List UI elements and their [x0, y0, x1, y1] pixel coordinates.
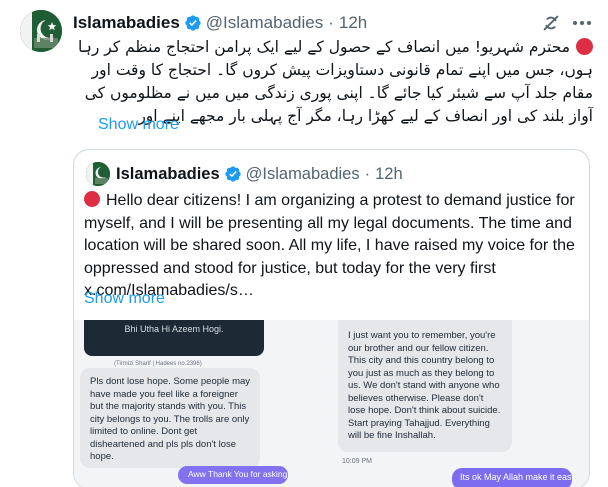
chat-bubble-left: Pls dont lose hope. Some people may have… — [80, 368, 260, 468]
chat-reply-bubble-left: Aww Thank You for asking — [178, 466, 288, 484]
dark-card-text: Bhi Utha Hi Azeem Hogi. — [124, 324, 224, 334]
show-more-link[interactable]: Show more — [98, 116, 179, 134]
quoted-media[interactable]: Bhi Utha Hi Azeem Hogi. (Tirmizi Sharif … — [74, 320, 589, 487]
tweet-header: Islamabadies @Islamabadies · 12h — [73, 11, 367, 35]
author-name[interactable]: Islamabadies — [73, 13, 180, 33]
quoted-avatar[interactable] — [86, 162, 110, 186]
separator-dot: · — [328, 13, 334, 32]
quoted-text-content: Hello dear citizens! I am organizing a p… — [84, 192, 575, 299]
chat-bubble-right: I just want you to remember, you're our … — [338, 320, 512, 452]
red-circle-emoji-icon — [84, 191, 100, 207]
avatar[interactable] — [20, 10, 62, 52]
more-options-icon[interactable] — [570, 12, 594, 34]
dark-quote-card: Bhi Utha Hi Azeem Hogi. — [84, 320, 264, 356]
quoted-header: Islamabadies @Islamabadies · 12h — [116, 162, 403, 186]
tweet-timestamp[interactable]: 12h — [339, 13, 367, 33]
image-caption: (Tirmizi Sharif | Hadees no.2396) — [114, 361, 202, 367]
tweet-text: محترم شہریو! میں انصاف کے حصول کے لیے ای… — [76, 36, 593, 128]
verified-badge-icon — [224, 165, 242, 183]
separator-dot: · — [364, 164, 371, 183]
quoted-author-handle[interactable]: @Islamabadies — [246, 165, 360, 184]
chat-timestamp: 10:09 PM — [342, 458, 372, 465]
quoted-timestamp[interactable]: 12h — [375, 165, 403, 184]
red-circle-emoji-icon — [576, 38, 593, 55]
quoted-show-more-link[interactable]: Show more — [84, 290, 165, 308]
media-image-left[interactable]: Bhi Utha Hi Azeem Hogi. (Tirmizi Sharif … — [74, 320, 330, 487]
tweet[interactable]: Islamabadies @Islamabadies · 12h محترم ش… — [0, 0, 608, 487]
grok-icon[interactable] — [540, 12, 562, 34]
author-handle[interactable]: @Islamabadies — [206, 13, 323, 33]
media-image-right[interactable]: I just want you to remember, you're our … — [332, 320, 589, 487]
chat-reply-bubble-right: Its ok May Allah make it easy for — [452, 468, 572, 487]
verified-badge-icon — [184, 14, 202, 32]
quoted-author-name[interactable]: Islamabadies — [116, 165, 220, 184]
tweet-text-content: محترم شہریو! میں انصاف کے حصول کے لیے ای… — [78, 38, 593, 125]
quoted-tweet[interactable]: Islamabadies @Islamabadies · 12h Hello d… — [73, 149, 590, 487]
quoted-text: Hello dear citizens! I am organizing a p… — [84, 190, 584, 303]
